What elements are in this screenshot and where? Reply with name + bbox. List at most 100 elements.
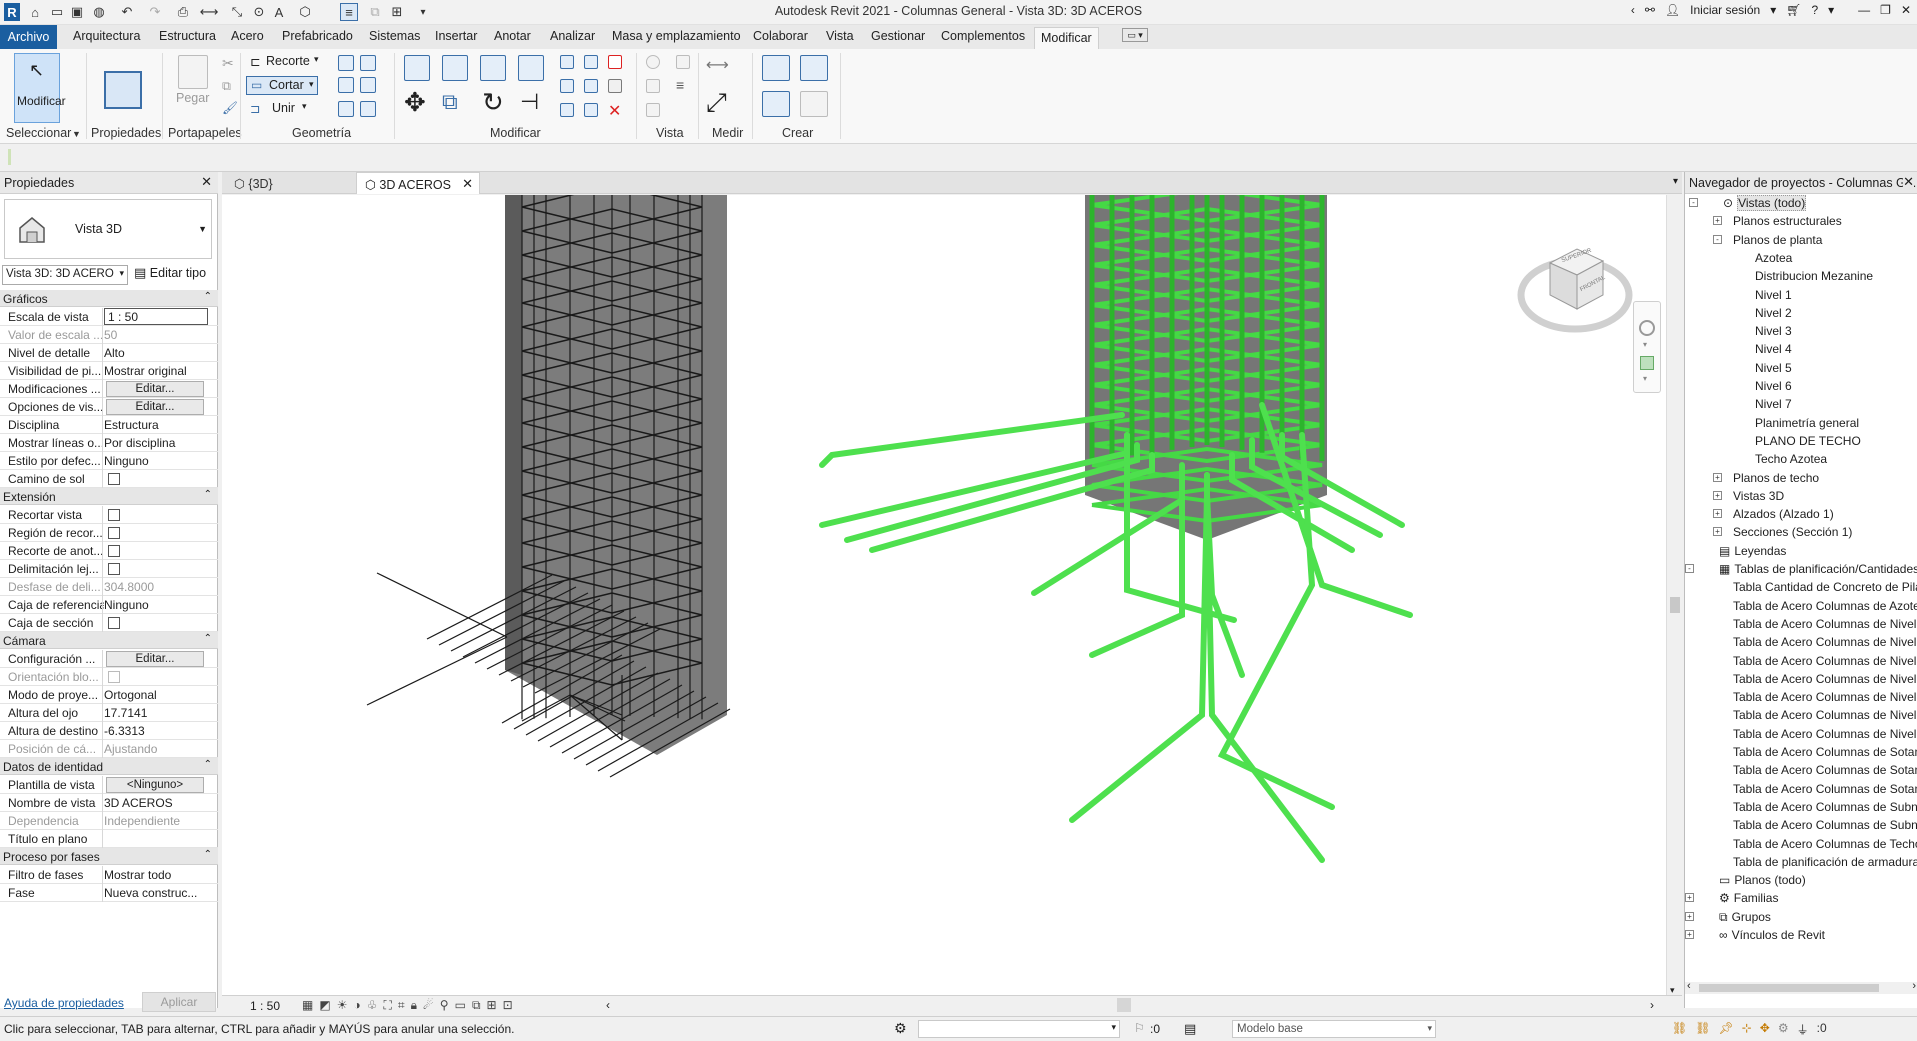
recorte-button[interactable]: Recorte bbox=[266, 54, 310, 68]
browser-item[interactable]: Nivel 2 bbox=[1755, 306, 1792, 324]
restore-icon[interactable]: ❐ bbox=[1880, 3, 1891, 17]
edit-type-button[interactable]: ▤ Editar tipo bbox=[134, 265, 206, 281]
prop-value[interactable]: -6.3313 bbox=[104, 724, 212, 738]
select-dropdown-icon[interactable]: ▼ bbox=[72, 129, 81, 139]
scroll-left-icon[interactable]: ‹ bbox=[1687, 980, 1691, 992]
mirror-draw-icon[interactable] bbox=[518, 55, 544, 81]
browser-item[interactable]: Tabla de Acero Columnas de Sotano bbox=[1733, 763, 1917, 781]
view-override-icon[interactable] bbox=[676, 55, 690, 69]
linework-icon[interactable] bbox=[646, 103, 660, 117]
prop-row[interactable]: Delimitación lej... bbox=[0, 560, 218, 578]
reveal-hidden-icon[interactable]: ⚲ bbox=[440, 998, 449, 1013]
browser-item[interactable]: Techo Azotea bbox=[1755, 452, 1827, 470]
prop-row[interactable]: Visibilidad de pi... Mostrar original bbox=[0, 362, 218, 380]
browser-item[interactable]: ▤ Leyendas bbox=[1719, 544, 1786, 562]
tab-insertar[interactable]: Insertar bbox=[433, 29, 479, 43]
browser-item[interactable]: - Planos de planta bbox=[1713, 233, 1822, 251]
tab-anotar[interactable]: Anotar bbox=[492, 29, 533, 43]
create-similar-icon[interactable] bbox=[800, 91, 828, 117]
tab-analizar[interactable]: Analizar bbox=[548, 29, 597, 43]
far-clip-checkbox[interactable] bbox=[108, 563, 120, 575]
view-scale-control[interactable]: 1 : 50 bbox=[250, 999, 280, 1013]
array-icon[interactable] bbox=[560, 79, 574, 93]
select-underlay-icon[interactable]: ⛓ bbox=[1695, 1021, 1710, 1038]
revit-logo[interactable]: R bbox=[4, 3, 20, 21]
dimension-icon[interactable]: ⤡ bbox=[228, 3, 246, 21]
tab-sistemas[interactable]: Sistemas bbox=[367, 29, 422, 43]
lock-3d-icon[interactable]: 🔒︎ bbox=[411, 998, 417, 1013]
user-icon[interactable]: 👤︎ bbox=[1665, 3, 1680, 17]
steering-wheel-icon[interactable] bbox=[1639, 320, 1655, 336]
view-template-button[interactable]: <Ninguno> bbox=[106, 777, 204, 793]
prop-row[interactable]: Altura del ojo 17.7141 bbox=[0, 704, 218, 722]
prop-value[interactable]: Mostrar todo bbox=[104, 868, 212, 882]
browser-item[interactable]: + Planos de techo bbox=[1713, 471, 1819, 489]
view-canvas[interactable]: SUPERIOR FRONTAL ▾ ▾ bbox=[222, 184, 1666, 995]
edit-display-options-button[interactable]: Editar... bbox=[106, 399, 204, 415]
cart-icon[interactable]: 🛒︎ bbox=[1786, 3, 1801, 17]
select-links-icon[interactable]: ⛓ bbox=[1672, 1021, 1687, 1038]
prop-row[interactable]: Configuración ... Editar... bbox=[0, 650, 218, 668]
browser-item[interactable]: Tabla de Acero Columnas de Nivel 3 bbox=[1733, 654, 1917, 672]
close-window-icon[interactable]: ✕ bbox=[1901, 3, 1911, 17]
view-tab-3d-default[interactable]: ⬡ {3D} bbox=[226, 172, 352, 194]
prop-row[interactable]: Mostrar líneas o... Por disciplina bbox=[0, 434, 218, 452]
sign-in-link[interactable]: Iniciar sesión bbox=[1690, 3, 1760, 17]
print-icon[interactable]: ⎙ bbox=[174, 3, 192, 21]
browser-item[interactable]: + Vistas 3D bbox=[1713, 489, 1784, 507]
split-face-icon[interactable] bbox=[338, 55, 354, 71]
unpin-icon[interactable] bbox=[608, 55, 622, 69]
trim-single-icon[interactable] bbox=[584, 103, 598, 117]
browser-item[interactable]: Nivel 3 bbox=[1755, 324, 1792, 342]
reveal-constraints-icon[interactable]: ⊡ bbox=[503, 998, 513, 1013]
browser-item[interactable]: + Secciones (Sección 1) bbox=[1713, 525, 1852, 543]
group-fases[interactable]: Proceso por fases ⌃ bbox=[0, 848, 218, 865]
trim-multiple-icon[interactable] bbox=[560, 103, 574, 117]
select-by-face-icon[interactable]: ⊹ bbox=[1742, 1021, 1752, 1038]
3d-view-icon[interactable]: ⬡ bbox=[296, 3, 314, 21]
scroll-left-icon[interactable]: ‹ bbox=[606, 998, 610, 1012]
expand-icon[interactable]: + bbox=[1685, 911, 1694, 921]
prop-row[interactable]: Fase Nueva construc... bbox=[0, 884, 218, 902]
render-icon[interactable]: ♧ bbox=[367, 998, 378, 1013]
temporary-hide-icon[interactable]: ☄ bbox=[423, 998, 434, 1013]
browser-item[interactable]: Nivel 7 bbox=[1755, 397, 1792, 415]
prop-value[interactable]: Ninguno bbox=[104, 598, 212, 612]
tab-complementos[interactable]: Complementos bbox=[939, 29, 1027, 43]
paste-icon[interactable] bbox=[178, 55, 208, 89]
background-process-icon[interactable]: ⚙ bbox=[1778, 1021, 1789, 1038]
browser-item[interactable]: Tabla de Acero Columnas de Nivel 5 bbox=[1733, 690, 1917, 708]
measure-icon[interactable]: ⟷ bbox=[200, 3, 219, 21]
section-box-checkbox[interactable] bbox=[108, 617, 120, 629]
prop-row[interactable]: Modificaciones ... Editar... bbox=[0, 380, 218, 398]
browser-item[interactable]: + ⧉ Grupos bbox=[1685, 910, 1771, 928]
properties-help-link[interactable]: Ayuda de propiedades bbox=[4, 996, 124, 1010]
align-icon[interactable] bbox=[404, 55, 430, 81]
chevron-down-icon[interactable]: ▾ bbox=[1770, 3, 1776, 17]
collapse-icon[interactable]: - bbox=[1713, 234, 1722, 244]
browser-item[interactable]: Nivel 4 bbox=[1755, 342, 1792, 360]
create-parts-icon[interactable] bbox=[800, 55, 828, 81]
browser-item[interactable]: ▭ Planos (todo) bbox=[1719, 873, 1806, 891]
expand-icon[interactable]: + bbox=[1713, 216, 1722, 226]
browser-item[interactable]: Tabla de planificación de armaduras bbox=[1733, 855, 1917, 873]
temp-properties-icon[interactable]: ▭ bbox=[455, 998, 466, 1013]
prop-row[interactable]: Opciones de vis... Editar... bbox=[0, 398, 218, 416]
workset-dropdown[interactable]: ▾ bbox=[918, 1020, 1120, 1038]
group-graficos[interactable]: Gráficos ⌃ bbox=[0, 290, 218, 307]
close-tab-icon[interactable]: ✕ bbox=[462, 176, 473, 192]
scale-icon[interactable] bbox=[584, 79, 598, 93]
cope-icon[interactable]: ⊏ bbox=[250, 54, 260, 69]
modify-button[interactable]: ↖ Modificar bbox=[14, 53, 66, 123]
prop-value[interactable]: 17.7141 bbox=[104, 706, 212, 720]
tab-modificar[interactable]: Modificar bbox=[1034, 27, 1099, 49]
prop-row[interactable]: Región de recor... bbox=[0, 524, 218, 542]
design-option-dropdown[interactable]: Modelo base ▾ bbox=[1232, 1020, 1436, 1038]
prop-value[interactable]: Alto bbox=[104, 346, 212, 360]
aligned-dimension-icon[interactable]: ⤢ bbox=[706, 87, 727, 119]
redo-icon[interactable]: ↷ bbox=[146, 3, 164, 21]
prop-value[interactable]: Ninguno bbox=[104, 454, 212, 468]
sun-path-icon[interactable]: ☀ bbox=[337, 998, 348, 1013]
prop-row[interactable]: Escala de vista 1 : 50 bbox=[0, 308, 218, 326]
group-identidad[interactable]: Datos de identidad ⌃ bbox=[0, 758, 218, 775]
